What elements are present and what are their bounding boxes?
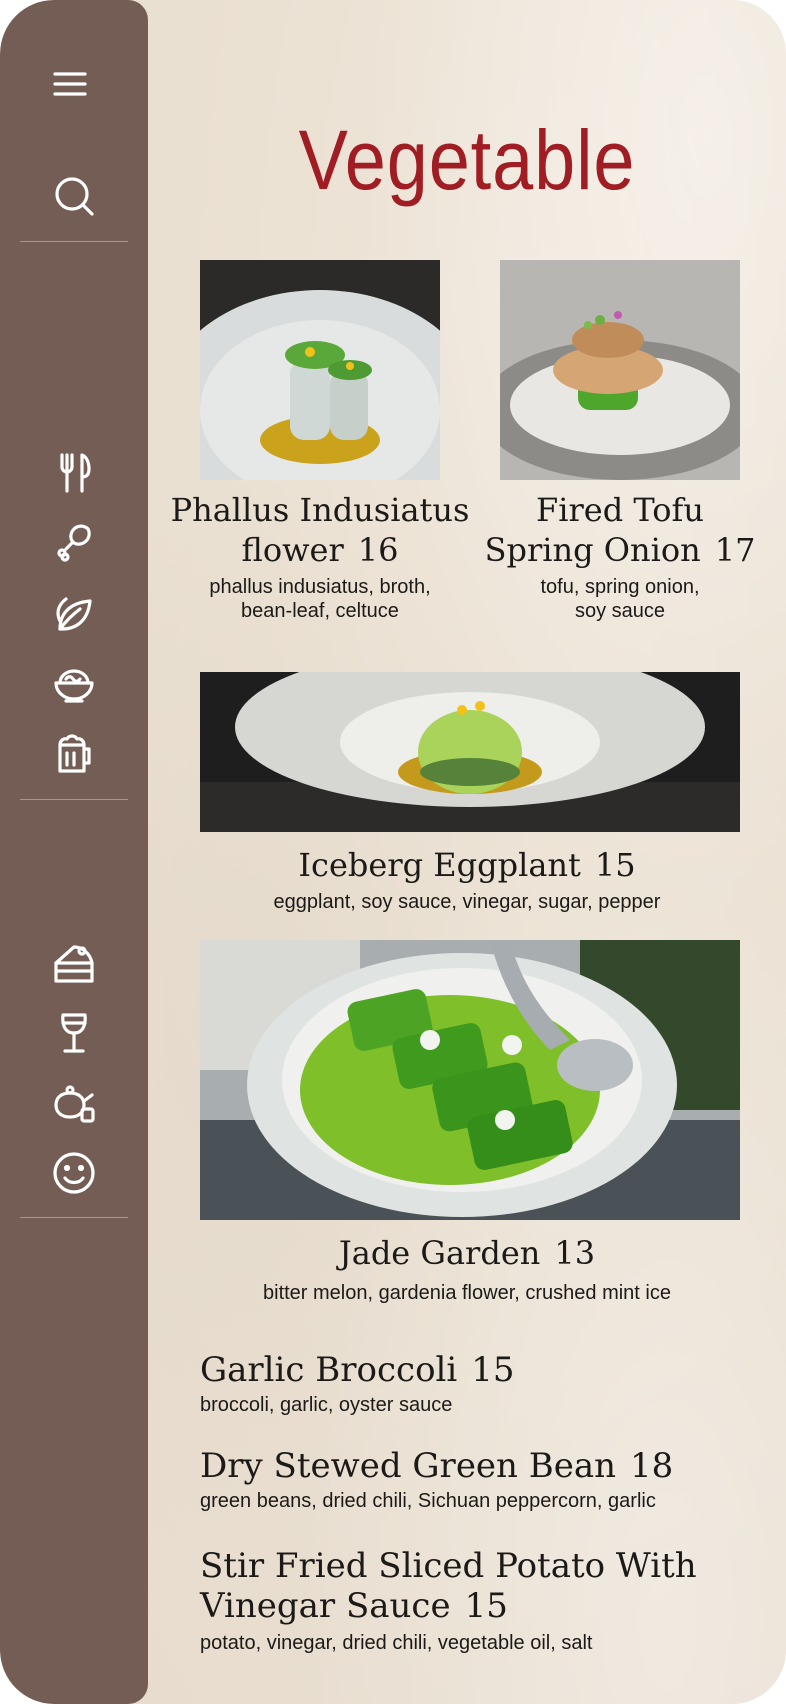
dish-photo[interactable] [500,260,740,480]
sidebar-divider [20,799,128,800]
dish-description: phallus indusiatus, broth, bean-leaf, ce… [209,576,431,622]
wine-glass-icon[interactable] [50,1009,98,1057]
dish-description: green beans, dried chili, Sichuan pepper… [200,1490,656,1512]
dish-name: Iceberg Eggplant 15 [298,846,636,884]
cake-icon[interactable] [50,939,98,987]
category-sidebar [0,0,148,1704]
dish-description: tofu, spring onion, soy sauce [540,576,700,622]
sidebar-divider [20,241,128,242]
dish-description: broccoli, garlic, oyster sauce [200,1394,453,1416]
leaf-icon[interactable] [50,589,98,637]
teapot-icon[interactable] [50,1079,98,1127]
utensils-icon[interactable] [50,449,98,497]
dish-photo[interactable] [200,940,740,1220]
page-title: Vegetable [298,113,636,207]
drumstick-icon[interactable] [50,519,98,567]
menu-screen: Vegetable Phallus Indusiatus flower 16 p… [0,0,786,1704]
sidebar-divider [20,1217,128,1218]
dish-name: Dry Stewed Green Bean 18 [200,1446,674,1486]
dish-name: Garlic Broccoli 15 [200,1350,515,1390]
dish-name: Stir Fried Sliced Potato With Vinegar Sa… [200,1546,697,1626]
dish-photo[interactable] [200,260,440,480]
dish-name: Fired Tofu Spring Onion 17 [484,491,756,569]
dish-name: Jade Garden 13 [338,1234,596,1272]
dish-description: eggplant, soy sauce, vinegar, sugar, pep… [273,891,661,913]
menu-icon[interactable] [46,60,94,108]
noodle-bowl-icon[interactable] [50,659,98,707]
dish-photo[interactable] [200,672,740,832]
dish-description: bitter melon, gardenia flower, crushed m… [263,1282,671,1304]
dish-name: Phallus Indusiatus flower 16 [170,491,470,569]
dish-description: potato, vinegar, dried chili, vegetable … [200,1632,593,1654]
smiley-icon[interactable] [50,1149,98,1197]
search-icon[interactable] [50,172,98,220]
beer-mug-icon[interactable] [50,729,98,777]
